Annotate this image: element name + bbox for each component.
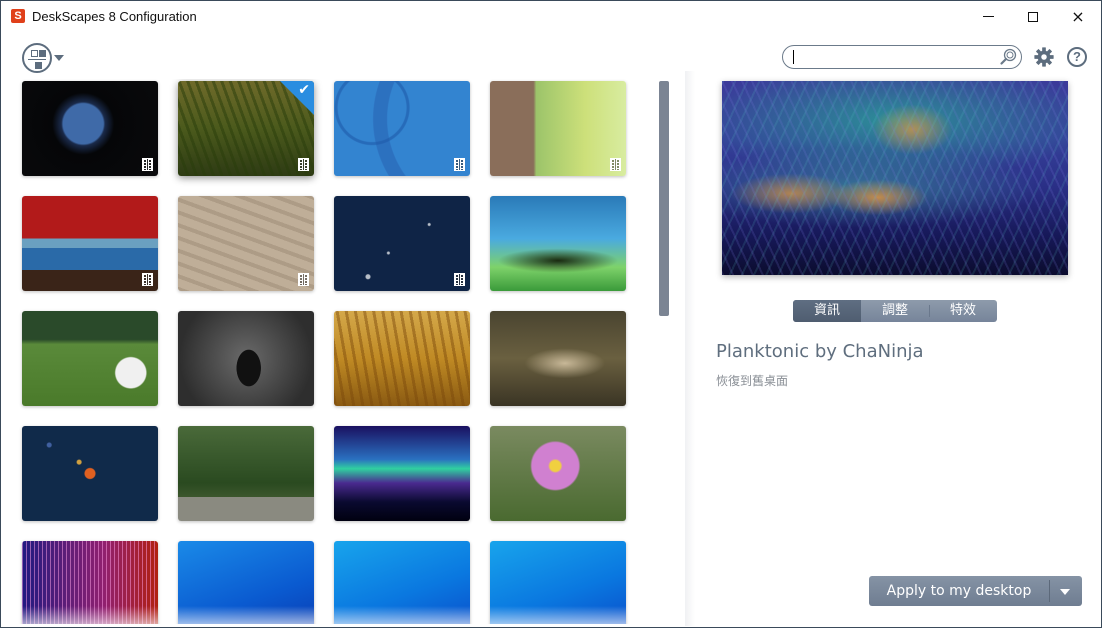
scroll-fade xyxy=(490,606,626,624)
video-film-icon xyxy=(298,158,309,171)
help-icon: ? xyxy=(1073,49,1081,64)
wallpaper-title: Planktonic by ChaNinja xyxy=(716,341,924,362)
grid-square-icon xyxy=(35,62,42,69)
grid-square-icon xyxy=(39,50,46,57)
scroll-fade xyxy=(178,606,314,624)
minimize-button[interactable] xyxy=(965,1,1011,32)
wallpaper-thumbnail-golf-ball[interactable] xyxy=(22,311,158,406)
help-button[interactable]: ? xyxy=(1067,47,1087,67)
apply-split-button: Apply to my desktop xyxy=(869,576,1082,606)
tab-effects[interactable]: 特效 xyxy=(929,300,997,322)
wallpaper-thumbnail-orbits[interactable] xyxy=(22,426,158,521)
scroll-fade xyxy=(22,606,158,624)
wallpaper-thumbnail-tree-ant[interactable] xyxy=(490,81,626,176)
wallpaper-thumbnail-floating-tree[interactable] xyxy=(490,196,626,291)
video-film-icon xyxy=(454,158,465,171)
wallpaper-thumbnail-blue-circles[interactable] xyxy=(334,81,470,176)
wallpaper-thumbnail-cats[interactable] xyxy=(178,311,314,406)
close-button[interactable]: × xyxy=(1055,1,1101,32)
wallpaper-thumbnail-night-dots[interactable] xyxy=(334,196,470,291)
scroll-fade xyxy=(334,606,470,624)
wallpaper-thumbnail-wheat[interactable] xyxy=(334,311,470,406)
wallpaper-thumbnail-leaf-ground[interactable] xyxy=(490,311,626,406)
search-field[interactable] xyxy=(782,45,1022,69)
wallpaper-thumbnail-aurora[interactable] xyxy=(334,426,470,521)
tab-adjust[interactable]: 調整 xyxy=(861,300,929,322)
wallpaper-thumbnail-pink-flower[interactable] xyxy=(490,426,626,521)
apply-options-dropdown[interactable] xyxy=(1050,576,1082,606)
tab-info[interactable]: 資訊 xyxy=(793,300,861,322)
maximize-button[interactable] xyxy=(1010,1,1056,32)
wallpaper-thumbnail-soundwave[interactable] xyxy=(22,541,158,624)
details-tabs: 資訊 調整 特效 xyxy=(793,300,997,322)
panel-divider xyxy=(685,71,695,626)
video-film-icon xyxy=(610,158,621,171)
grid-square-icon xyxy=(31,50,38,57)
video-film-icon xyxy=(454,273,465,286)
wallpaper-thumbnail-tree-road[interactable] xyxy=(178,426,314,521)
preview-texture xyxy=(722,81,1068,275)
app-logo-icon: S xyxy=(11,9,25,23)
app-window: S DeskScapes 8 Configuration × ? ✔ 資訊 調整… xyxy=(0,0,1102,628)
chevron-down-icon[interactable] xyxy=(54,55,64,61)
wallpaper-thumbnail-windows-blue-2[interactable] xyxy=(334,541,470,624)
wallpaper-thumbnail-planktonic-grass[interactable]: ✔ xyxy=(178,81,314,176)
apply-button[interactable]: Apply to my desktop xyxy=(869,576,1049,606)
video-film-icon xyxy=(142,273,153,286)
wallpaper-thumbnail-sand[interactable] xyxy=(178,196,314,291)
video-film-icon xyxy=(142,158,153,171)
gear-icon[interactable] xyxy=(1033,46,1055,68)
minimize-icon xyxy=(982,16,994,17)
close-icon: × xyxy=(1071,7,1085,26)
view-mode-button[interactable] xyxy=(22,43,52,73)
checkmark-icon: ✔ xyxy=(298,82,310,98)
wallpaper-gallery: ✔ xyxy=(1,79,681,624)
search-input[interactable] xyxy=(793,48,993,66)
divider-line-icon xyxy=(28,59,46,60)
wallpaper-preview xyxy=(722,81,1068,275)
wallpaper-thumbnail-diner-car[interactable] xyxy=(22,196,158,291)
video-film-icon xyxy=(298,273,309,286)
search-icon[interactable] xyxy=(999,48,1017,66)
restore-desktop-link[interactable]: 恢復到舊桌面 xyxy=(716,372,788,389)
window-title: DeskScapes 8 Configuration xyxy=(32,9,197,24)
title-bar: S DeskScapes 8 Configuration × xyxy=(1,1,1101,32)
wallpaper-thumbnail-windows-blue-1[interactable] xyxy=(178,541,314,624)
maximize-icon xyxy=(1028,11,1038,22)
wallpaper-thumbnail-earth[interactable] xyxy=(22,81,158,176)
gallery-scrollbar[interactable] xyxy=(659,81,669,316)
wallpaper-thumbnail-windows-blue-3[interactable] xyxy=(490,541,626,624)
